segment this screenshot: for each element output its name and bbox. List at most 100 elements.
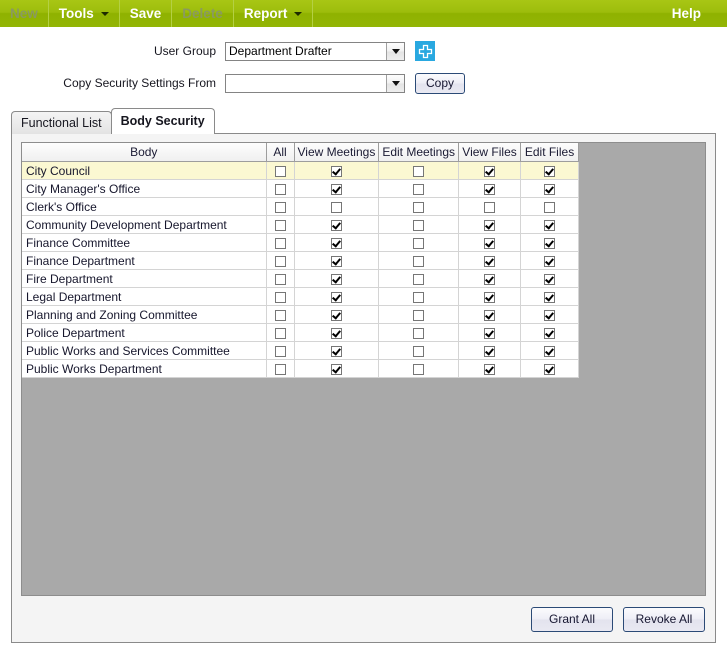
checkbox-all[interactable] (274, 201, 286, 213)
column-header-body[interactable]: Body (22, 143, 267, 162)
checkbox-view-files[interactable] (484, 327, 496, 339)
checkbox-view-files[interactable] (484, 309, 496, 321)
cell-view-meetings[interactable] (294, 305, 380, 324)
checkbox-view-files[interactable] (484, 291, 496, 303)
checkbox-edit-meetings[interactable] (413, 291, 425, 303)
cell-edit-files[interactable] (520, 287, 580, 306)
cell-edit-files[interactable] (520, 305, 580, 324)
column-header-all[interactable]: All (266, 143, 295, 162)
checkbox-view-files[interactable] (484, 273, 496, 285)
copy-security-dropdown-button[interactable] (386, 74, 404, 92)
cell-view-meetings[interactable] (294, 251, 380, 270)
cell-edit-files[interactable] (520, 233, 580, 252)
checkbox-edit-files[interactable] (544, 309, 556, 321)
cell-edit-meetings[interactable] (378, 233, 460, 252)
cell-view-meetings[interactable] (294, 287, 380, 306)
checkbox-view-meetings[interactable] (330, 237, 342, 249)
checkbox-view-files[interactable] (484, 219, 496, 231)
cell-view-files[interactable] (458, 269, 522, 288)
cell-edit-meetings[interactable] (378, 287, 460, 306)
revoke-all-button[interactable]: Revoke All (623, 606, 705, 632)
checkbox-view-files[interactable] (484, 201, 496, 213)
cell-view-files[interactable] (458, 161, 522, 180)
cell-view-files[interactable] (458, 305, 522, 324)
cell-all[interactable] (266, 269, 295, 288)
grant-all-button[interactable]: Grant All (531, 606, 613, 632)
checkbox-edit-files[interactable] (544, 291, 556, 303)
checkbox-all[interactable] (274, 165, 286, 177)
menu-item-delete[interactable]: Delete (172, 0, 234, 27)
cell-all[interactable] (266, 197, 295, 216)
cell-view-files[interactable] (458, 215, 522, 234)
column-header-view-files[interactable]: View Files (458, 143, 522, 162)
checkbox-view-meetings[interactable] (330, 165, 342, 177)
column-header-edit-meetings[interactable]: Edit Meetings (378, 143, 460, 162)
checkbox-edit-meetings[interactable] (413, 309, 425, 321)
cell-edit-meetings[interactable] (378, 269, 460, 288)
table-row[interactable]: City Manager's Office (22, 179, 580, 198)
cell-view-files[interactable] (458, 233, 522, 252)
cell-edit-files[interactable] (520, 341, 580, 360)
checkbox-view-meetings[interactable] (330, 219, 342, 231)
cell-view-meetings[interactable] (294, 269, 380, 288)
column-header-edit-files[interactable]: Edit Files (520, 143, 580, 162)
cell-view-files[interactable] (458, 287, 522, 306)
checkbox-edit-meetings[interactable] (413, 237, 425, 249)
checkbox-view-meetings[interactable] (330, 183, 342, 195)
cell-edit-meetings[interactable] (378, 323, 460, 342)
tab-functional-list[interactable]: Functional List (11, 111, 112, 134)
checkbox-edit-files[interactable] (544, 363, 556, 375)
cell-view-files[interactable] (458, 359, 522, 378)
cell-edit-meetings[interactable] (378, 305, 460, 324)
cell-all[interactable] (266, 323, 295, 342)
table-row[interactable]: Police Department (22, 323, 580, 342)
user-group-dropdown-button[interactable] (386, 42, 404, 60)
checkbox-edit-files[interactable] (544, 273, 556, 285)
checkbox-view-meetings[interactable] (330, 201, 342, 213)
cell-view-meetings[interactable] (294, 341, 380, 360)
copy-security-select[interactable] (225, 73, 405, 93)
table-row[interactable]: Finance Department (22, 251, 580, 270)
cell-view-files[interactable] (458, 197, 522, 216)
table-row[interactable]: Finance Committee (22, 233, 580, 252)
checkbox-edit-files[interactable] (544, 345, 556, 357)
user-group-select[interactable]: Department Drafter (225, 41, 405, 61)
checkbox-all[interactable] (274, 183, 286, 195)
cell-view-files[interactable] (458, 323, 522, 342)
add-user-group-button[interactable] (415, 41, 435, 61)
cell-edit-meetings[interactable] (378, 197, 460, 216)
cell-view-meetings[interactable] (294, 161, 380, 180)
checkbox-edit-meetings[interactable] (413, 219, 425, 231)
checkbox-edit-meetings[interactable] (413, 345, 425, 357)
checkbox-edit-meetings[interactable] (413, 363, 425, 375)
table-row[interactable]: Fire Department (22, 269, 580, 288)
cell-view-meetings[interactable] (294, 359, 380, 378)
checkbox-all[interactable] (274, 255, 286, 267)
cell-all[interactable] (266, 161, 295, 180)
cell-all[interactable] (266, 359, 295, 378)
checkbox-all[interactable] (274, 327, 286, 339)
checkbox-view-files[interactable] (484, 345, 496, 357)
checkbox-edit-files[interactable] (544, 255, 556, 267)
checkbox-edit-meetings[interactable] (413, 183, 425, 195)
checkbox-edit-files[interactable] (544, 219, 556, 231)
cell-edit-meetings[interactable] (378, 179, 460, 198)
cell-view-meetings[interactable] (294, 197, 380, 216)
table-row[interactable]: Public Works Department (22, 359, 580, 378)
checkbox-view-files[interactable] (484, 363, 496, 375)
checkbox-edit-files[interactable] (544, 183, 556, 195)
table-row[interactable]: City Council (22, 161, 580, 180)
checkbox-view-files[interactable] (484, 183, 496, 195)
checkbox-view-files[interactable] (484, 255, 496, 267)
checkbox-edit-meetings[interactable] (413, 327, 425, 339)
checkbox-view-files[interactable] (484, 165, 496, 177)
cell-edit-meetings[interactable] (378, 251, 460, 270)
checkbox-all[interactable] (274, 363, 286, 375)
cell-edit-meetings[interactable] (378, 161, 460, 180)
cell-edit-files[interactable] (520, 197, 580, 216)
menu-item-tools[interactable]: Tools (49, 0, 120, 27)
menu-item-save[interactable]: Save (120, 0, 173, 27)
table-row[interactable]: Clerk's Office (22, 197, 580, 216)
cell-edit-files[interactable] (520, 251, 580, 270)
cell-view-meetings[interactable] (294, 323, 380, 342)
